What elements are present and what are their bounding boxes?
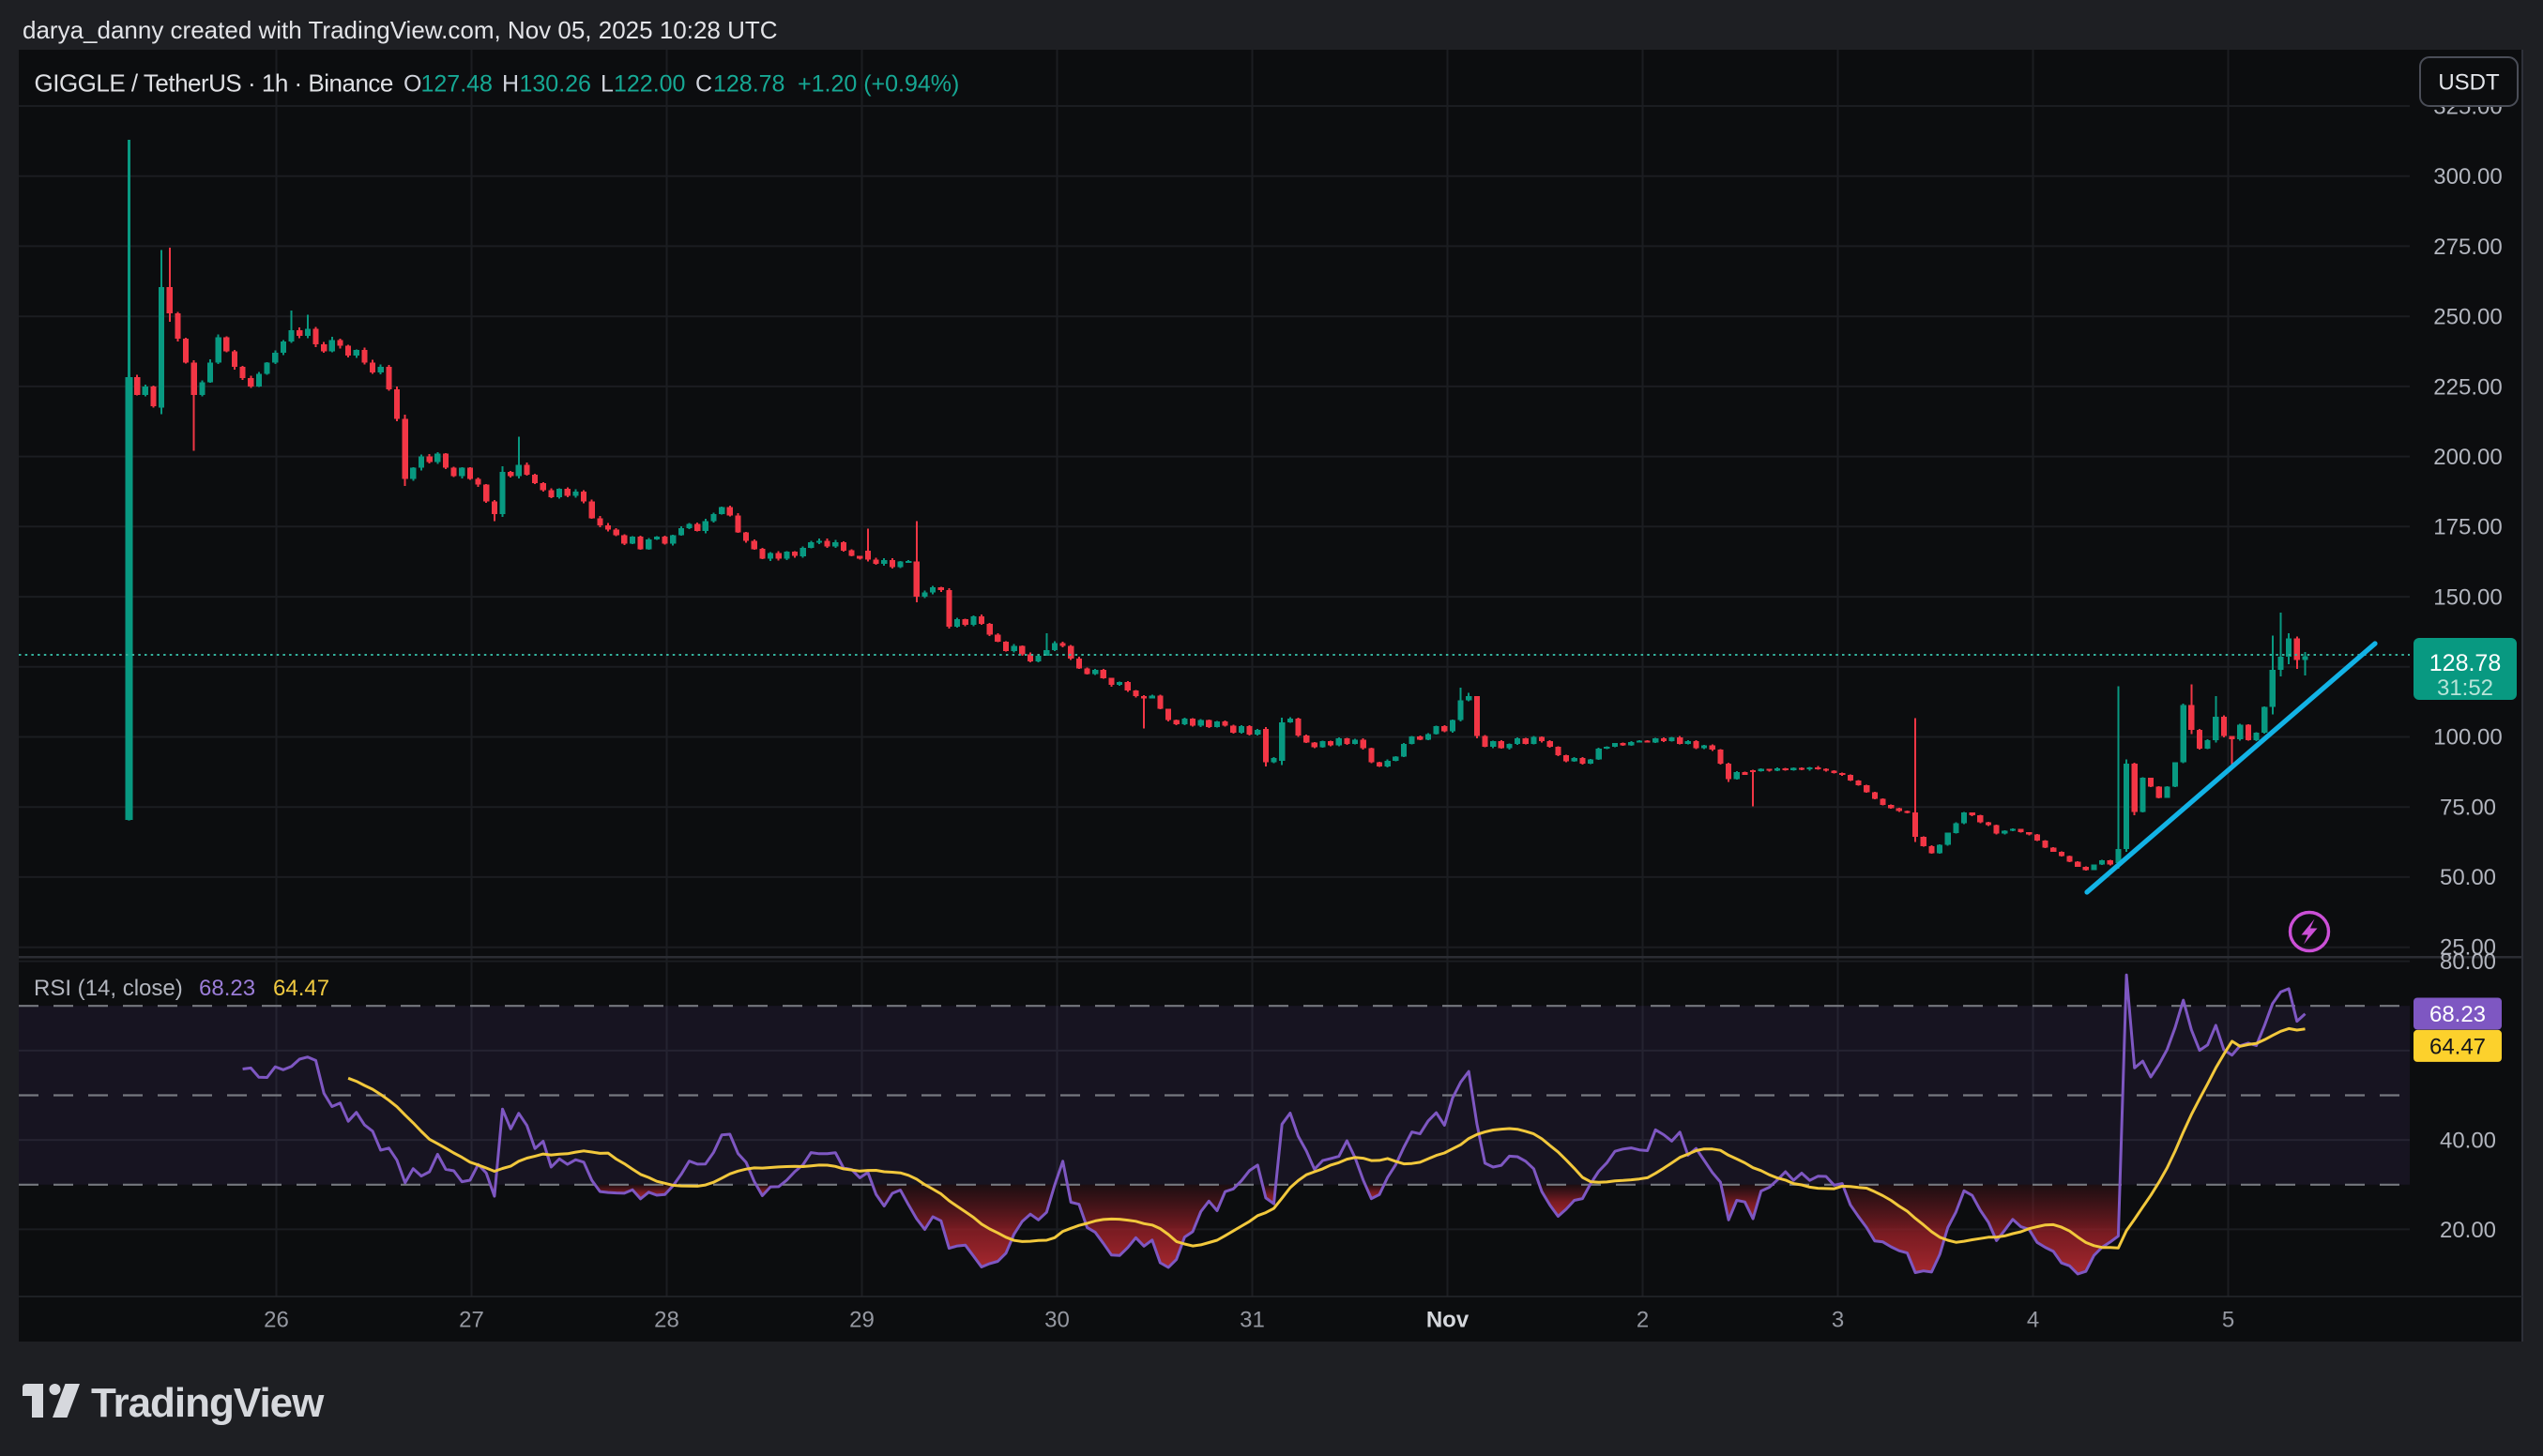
svg-text:+1.20 (+0.94%): +1.20 (+0.94%) xyxy=(798,71,959,98)
svg-text:50.00: 50.00 xyxy=(2440,865,2496,890)
svg-text:75.00: 75.00 xyxy=(2440,795,2496,820)
svg-text:Nov: Nov xyxy=(1426,1308,1469,1333)
svg-text:2: 2 xyxy=(1637,1308,1649,1333)
svg-text:175.00: 175.00 xyxy=(2433,515,2502,540)
svg-text:68.23: 68.23 xyxy=(2429,1002,2486,1027)
svg-text:USDT: USDT xyxy=(2438,70,2500,96)
svg-text:RSI (14, close): RSI (14, close) xyxy=(34,976,183,1001)
svg-text:L: L xyxy=(601,71,614,98)
svg-text:3: 3 xyxy=(1832,1308,1844,1333)
svg-text:O: O xyxy=(404,71,421,98)
svg-text:31:52: 31:52 xyxy=(2437,675,2493,701)
svg-text:5: 5 xyxy=(2222,1308,2234,1333)
svg-text:64.47: 64.47 xyxy=(273,976,329,1001)
svg-text:127.48: 127.48 xyxy=(421,71,493,98)
svg-text:122.00: 122.00 xyxy=(614,71,685,98)
svg-text:100.00: 100.00 xyxy=(2433,725,2502,751)
svg-text:C: C xyxy=(695,71,712,98)
svg-text:150.00: 150.00 xyxy=(2433,584,2502,610)
svg-text:darya_danny created with Tradi: darya_danny created with TradingView.com… xyxy=(23,16,778,44)
svg-text:68.23: 68.23 xyxy=(199,976,255,1001)
svg-text:30: 30 xyxy=(1044,1308,1070,1333)
svg-text:128.78: 128.78 xyxy=(713,71,784,98)
svg-text:28: 28 xyxy=(654,1308,679,1333)
svg-text:300.00: 300.00 xyxy=(2433,164,2502,190)
svg-text:130.26: 130.26 xyxy=(520,71,591,98)
svg-text:20.00: 20.00 xyxy=(2440,1218,2496,1243)
svg-text:80.00: 80.00 xyxy=(2440,949,2496,975)
svg-text:29: 29 xyxy=(849,1308,875,1333)
svg-text:27: 27 xyxy=(459,1308,484,1333)
svg-text:64.47: 64.47 xyxy=(2429,1035,2486,1060)
svg-text:TradingView: TradingView xyxy=(91,1380,325,1426)
svg-text:225.00: 225.00 xyxy=(2433,374,2502,400)
svg-text:128.78: 128.78 xyxy=(2429,650,2501,676)
svg-text:31: 31 xyxy=(1240,1308,1265,1333)
svg-text:GIGGLE / TetherUS · 1h · Binan: GIGGLE / TetherUS · 1h · Binance xyxy=(35,69,393,98)
svg-text:4: 4 xyxy=(2027,1308,2039,1333)
svg-text:H: H xyxy=(502,71,519,98)
svg-text:40.00: 40.00 xyxy=(2440,1129,2496,1154)
svg-text:200.00: 200.00 xyxy=(2433,445,2502,470)
svg-text:275.00: 275.00 xyxy=(2433,235,2502,260)
svg-text:26: 26 xyxy=(264,1308,289,1333)
svg-text:250.00: 250.00 xyxy=(2433,305,2502,330)
